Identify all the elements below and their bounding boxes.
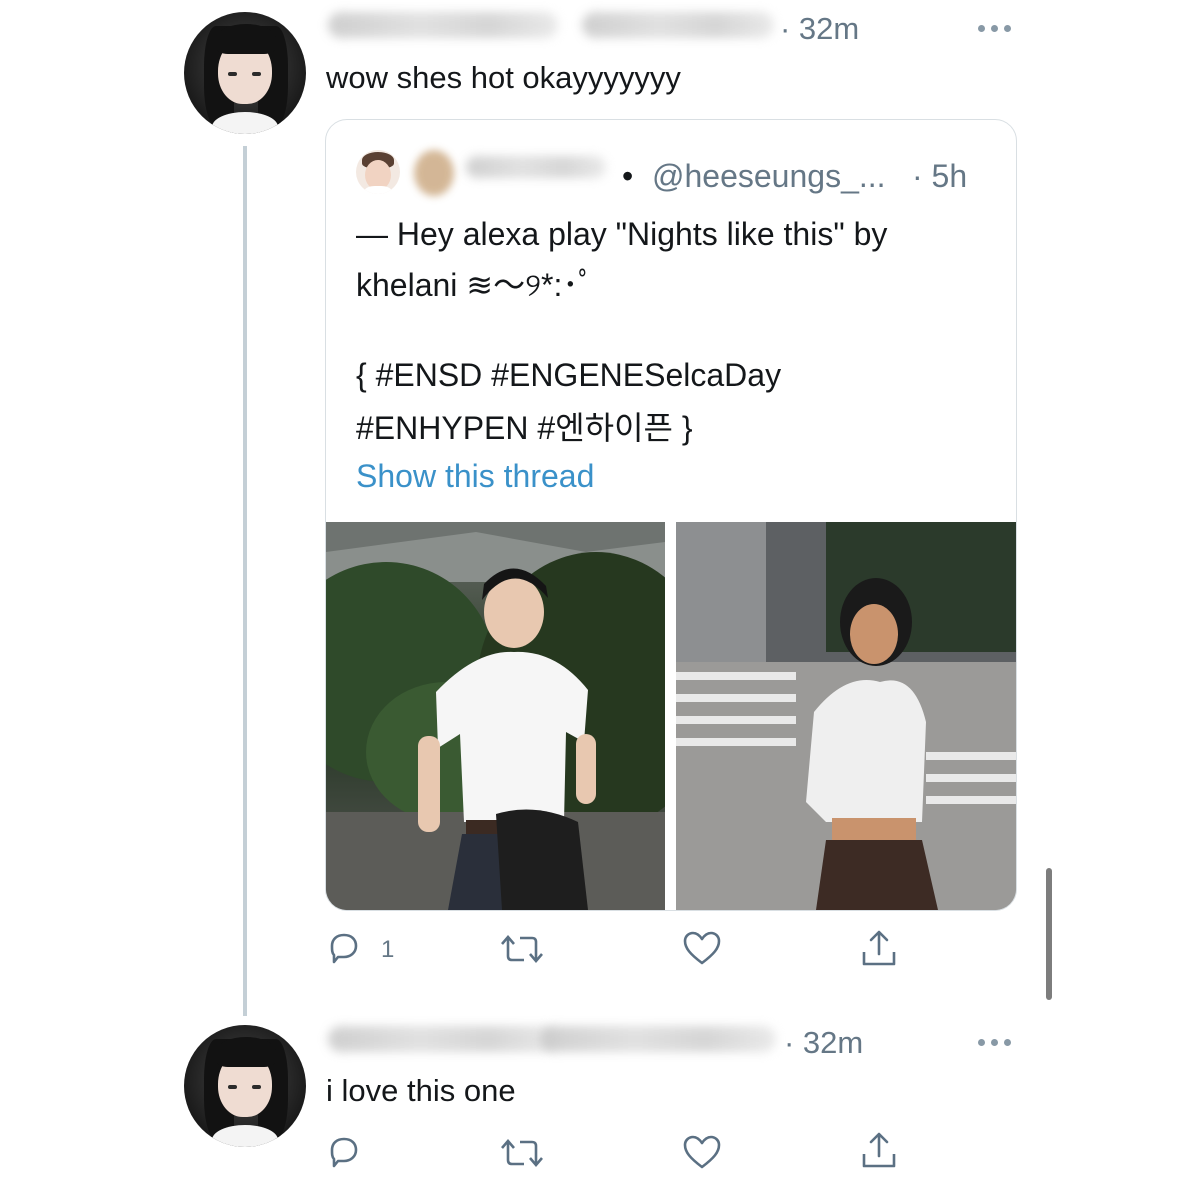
quoted-text-line: — Hey alexa play "Nights like this" by: [356, 216, 888, 252]
tweet-photo[interactable]: [326, 522, 665, 910]
quoted-time: · 5h: [912, 158, 968, 194]
handle-separator: •: [622, 158, 634, 194]
blurred-username: [582, 12, 774, 38]
tweet-photo[interactable]: [676, 522, 1016, 910]
heart-icon[interactable]: [682, 930, 722, 966]
quoted-tweet-card[interactable]: • @heeseungs_... · 5h — Hey alexa play "…: [325, 119, 1017, 911]
photo-woman-illustration: [676, 522, 1016, 910]
scrollbar[interactable]: [1046, 868, 1052, 1000]
reply-count: 1: [381, 936, 395, 963]
tweet-time: · 32m: [784, 1025, 864, 1060]
blurred-display-name: [328, 12, 558, 38]
show-thread-link[interactable]: Show this thread: [356, 458, 594, 495]
quoted-handle: @heeseungs_...: [652, 158, 886, 194]
tweet-text: i love this one: [326, 1073, 516, 1108]
thread-connector: [243, 146, 247, 1016]
more-icon[interactable]: [976, 1036, 1016, 1048]
tweet-time: · 32m: [780, 11, 860, 46]
reply-icon[interactable]: [326, 930, 362, 966]
blurred-display-name: [466, 156, 606, 178]
avatar[interactable]: [184, 12, 306, 134]
share-icon[interactable]: [860, 928, 898, 968]
quoted-text-line: khelani ≋～୨*:･ﾟ: [356, 267, 595, 303]
blurred-display-name: [328, 1026, 558, 1052]
blurred-emoji: [414, 150, 454, 196]
retweet-icon[interactable]: [500, 1136, 544, 1170]
quoted-hashtags[interactable]: #ENHYPEN #엔하이픈 }: [356, 403, 693, 449]
avatar[interactable]: [184, 1025, 306, 1147]
quoted-hashtags[interactable]: { #ENSD #ENGENESelcaDay: [356, 357, 781, 394]
share-icon[interactable]: [860, 1130, 898, 1170]
retweet-icon[interactable]: [500, 932, 544, 966]
photo-man-illustration: [326, 522, 665, 910]
more-icon[interactable]: [976, 22, 1016, 34]
reply-icon[interactable]: [326, 1134, 362, 1170]
quoted-avatar[interactable]: [356, 150, 400, 194]
blurred-username: [540, 1026, 776, 1052]
heart-icon[interactable]: [682, 1134, 722, 1170]
tweet-text: wow shes hot okayyyyyyy: [326, 60, 681, 95]
